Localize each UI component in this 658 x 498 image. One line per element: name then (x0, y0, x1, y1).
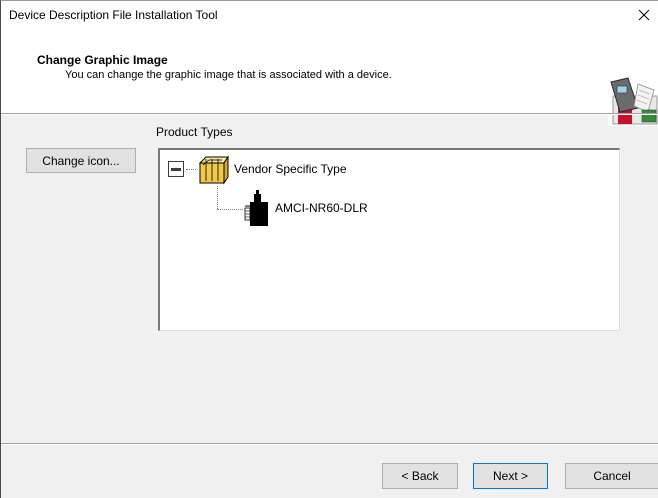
back-button[interactable]: < Back (382, 463, 458, 489)
header-separator (1, 113, 658, 115)
wizard-graphic-icon (608, 76, 658, 126)
product-types-label: Product Types (156, 125, 233, 139)
tree-connector-vertical (217, 186, 218, 209)
cancel-button[interactable]: Cancel (565, 463, 658, 489)
window-title: Device Description File Installation Too… (9, 8, 218, 22)
page-title: Change Graphic Image (37, 53, 168, 67)
collapse-toggle[interactable] (168, 161, 184, 177)
change-icon-button[interactable]: Change icon... (26, 148, 136, 173)
device-icon (244, 190, 268, 226)
tree-node-label: Vendor Specific Type (234, 162, 347, 176)
tree-node-vendor-specific-type[interactable]: Vendor Specific Type (168, 151, 347, 187)
close-button[interactable] (629, 1, 658, 29)
wizard-header: Change Graphic Image You can change the … (1, 29, 658, 126)
folder-icon (198, 155, 229, 185)
tree-node-amci-nr60-dlr[interactable]: AMCI-NR60-DLR (241, 187, 368, 229)
close-icon (638, 9, 650, 21)
dialog-window: Device Description File Installation Too… (0, 0, 658, 498)
next-button[interactable]: Next > (473, 463, 548, 489)
tree-connector-horizontal (217, 209, 243, 210)
page-subtitle: You can change the graphic image that is… (65, 69, 392, 81)
tree-connector-stub (186, 168, 196, 170)
minus-icon (171, 167, 181, 171)
tree-node-label: AMCI-NR60-DLR (275, 201, 368, 215)
title-bar: Device Description File Installation Too… (1, 1, 658, 29)
footer-separator (1, 443, 658, 445)
product-types-tree[interactable]: Vendor Specific Type AMCI-NR60-DLR (158, 148, 620, 331)
